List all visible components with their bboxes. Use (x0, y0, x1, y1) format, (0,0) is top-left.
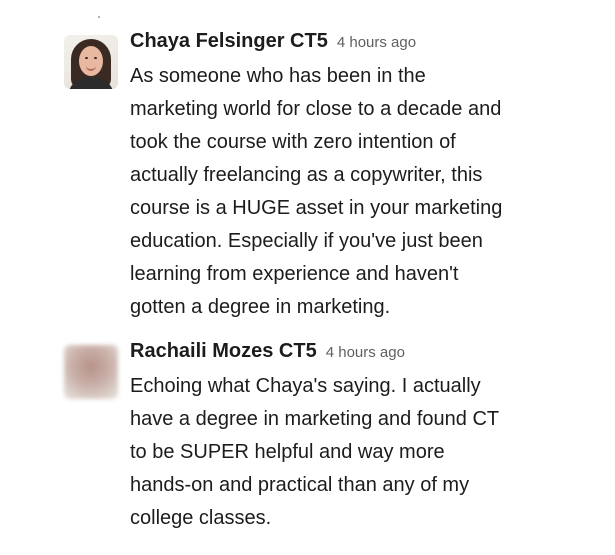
avatar[interactable] (64, 345, 118, 399)
author-name[interactable]: Chaya Felsinger CT5 (130, 30, 328, 53)
divider-dot (98, 16, 100, 18)
message-header: Chaya Felsinger CT5 4 hours ago (130, 30, 603, 60)
message-line: took the course with zero intention of (130, 131, 456, 153)
message-timestamp[interactable]: 4 hours ago (337, 34, 416, 51)
message-body: As someone who has been in the marketing… (130, 60, 603, 324)
message-item: Chaya Felsinger CT5 4 hours ago As someo… (64, 30, 603, 324)
message-body: Echoing what Chaya's saying. I actually … (130, 370, 603, 535)
avatar[interactable] (64, 35, 118, 89)
message-header: Rachaili Mozes CT5 4 hours ago (130, 340, 603, 370)
message-line: college classes. (130, 507, 272, 529)
message-content: Rachaili Mozes CT5 4 hours ago Echoing w… (130, 340, 603, 535)
message-line: Echoing what Chaya's saying. I actually (130, 375, 481, 397)
message-item: Rachaili Mozes CT5 4 hours ago Echoing w… (64, 340, 603, 535)
message-line: learning from experience and haven't (130, 263, 459, 285)
message-line: education. Especially if you've just bee… (130, 230, 483, 252)
message-line: marketing world for close to a decade an… (130, 98, 502, 120)
message-content: Chaya Felsinger CT5 4 hours ago As someo… (130, 30, 603, 324)
message-line: have a degree in marketing and found CT (130, 408, 500, 430)
message-line: actually freelancing as a copywriter, th… (130, 164, 483, 186)
message-timestamp[interactable]: 4 hours ago (326, 344, 405, 361)
message-line: course is a HUGE asset in your marketing (130, 197, 503, 219)
message-line: gotten a degree in marketing. (130, 296, 391, 318)
message-line: to be SUPER helpful and way more (130, 441, 445, 463)
author-name[interactable]: Rachaili Mozes CT5 (130, 340, 317, 363)
message-line: hands-on and practical than any of my (130, 474, 470, 496)
message-line: As someone who has been in the (130, 65, 426, 87)
